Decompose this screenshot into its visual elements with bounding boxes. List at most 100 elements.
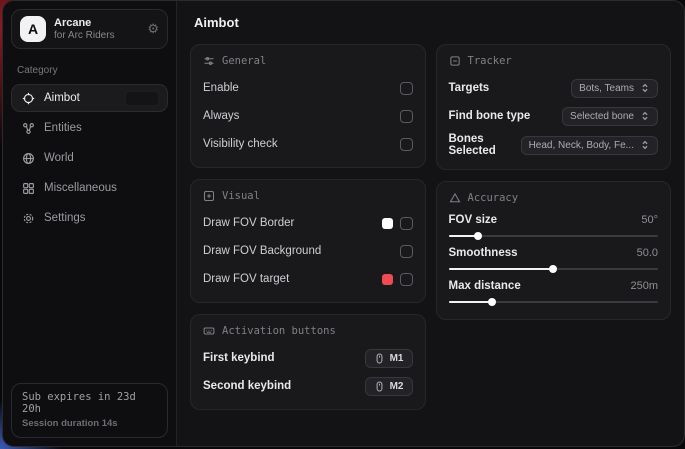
slider-handle[interactable] (488, 298, 496, 306)
sidebar-item-world[interactable]: World (11, 144, 168, 172)
card-title: Activation buttons (222, 325, 336, 337)
card-accuracy: Accuracy FOV size 50° (436, 181, 672, 320)
page-title: Aimbot (194, 15, 671, 30)
max-distance-value: 250m (630, 280, 658, 292)
keybind-value: M1 (390, 353, 404, 364)
card-title: Visual (222, 190, 260, 202)
sidebar-item-label: Miscellaneous (44, 182, 117, 194)
slider-fill (449, 268, 554, 270)
sidebar-item-label: Entities (44, 122, 82, 134)
grid-icon (21, 181, 35, 195)
setting-row-fov-target: Draw FOV target (203, 268, 413, 290)
second-keybind-button[interactable]: M2 (365, 377, 413, 396)
setting-label: Always (203, 110, 239, 122)
card-visual: Visual Draw FOV Border Draw FOV Backgrou… (190, 179, 426, 303)
card-title: Accuracy (468, 192, 519, 204)
fov-target-checkbox[interactable] (400, 273, 413, 286)
setting-label: First keybind (203, 352, 275, 364)
setting-row-second-keybind: Second keybind M2 (203, 375, 413, 397)
keybind-badge (125, 91, 159, 106)
fov-border-color-swatch[interactable] (382, 218, 393, 229)
tracker-icon (449, 55, 461, 67)
card-title: General (222, 55, 266, 67)
card-general: General Enable Always Visibility check (190, 44, 426, 168)
brand-card: A Arcane for Arc Riders ⚙ (11, 9, 168, 49)
chevron-up-down-icon (640, 111, 650, 121)
setting-row-fov-background: Draw FOV Background (203, 240, 413, 262)
setting-row-fov-border: Draw FOV Border (203, 212, 413, 234)
visual-icon (203, 190, 215, 202)
chevron-up-down-icon (640, 140, 650, 150)
visibility-check-checkbox[interactable] (400, 138, 413, 151)
app-window: A Arcane for Arc Riders ⚙ Category Aimbo… (2, 0, 685, 447)
accuracy-icon (449, 192, 461, 204)
sidebar-item-entities[interactable]: Entities (11, 114, 168, 142)
sidebar: A Arcane for Arc Riders ⚙ Category Aimbo… (3, 1, 177, 446)
sidebar-item-label: Aimbot (44, 92, 80, 104)
subscription-status: Sub expires in 23d 20h Session duration … (11, 383, 168, 438)
brand-logo: A (20, 16, 46, 42)
bones-selected-select[interactable]: Head, Neck, Body, Fe... (521, 136, 658, 155)
keybind-value: M2 (390, 381, 404, 392)
setting-row-first-keybind: First keybind M1 (203, 347, 413, 369)
select-value: Selected bone (570, 111, 634, 122)
sidebar-item-label: Settings (44, 212, 86, 224)
main-content: Aimbot General Enable Always (177, 1, 684, 446)
sidebar-nav: Aimbot Entities World Miscellaneous (11, 84, 168, 232)
always-checkbox[interactable] (400, 110, 413, 123)
setting-label: Max distance (449, 280, 521, 292)
mouse-icon (374, 381, 385, 392)
setting-label: Second keybind (203, 380, 291, 392)
select-value: Head, Neck, Body, Fe... (529, 140, 634, 151)
smoothness-slider[interactable] (449, 268, 659, 270)
fov-background-checkbox[interactable] (400, 245, 413, 258)
sidebar-item-settings[interactable]: Settings (11, 204, 168, 232)
sidebar-item-aimbot[interactable]: Aimbot (11, 84, 168, 112)
fov-size-slider[interactable] (449, 235, 659, 237)
setting-label: Enable (203, 82, 239, 94)
find-bone-type-select[interactable]: Selected bone (562, 107, 658, 126)
session-duration: Session duration 14s (22, 418, 157, 429)
setting-row-bones-selected: Bones Selected Head, Neck, Body, Fe... (449, 133, 659, 157)
setting-row-always: Always (203, 105, 413, 127)
setting-label: Draw FOV target (203, 273, 289, 285)
targets-select[interactable]: Bots, Teams (571, 79, 658, 98)
setting-row-max-distance: Max distance 250m (449, 280, 659, 303)
gear-icon[interactable]: ⚙ (147, 21, 159, 37)
setting-label: Visibility check (203, 138, 278, 150)
fov-border-checkbox[interactable] (400, 217, 413, 230)
mouse-icon (374, 353, 385, 364)
card-activation-buttons: Activation buttons First keybind M1 Seco… (190, 314, 426, 410)
brand-subtitle: for Arc Riders (54, 30, 139, 42)
globe-icon (21, 151, 35, 165)
category-label: Category (17, 65, 162, 76)
brand-name: Arcane (54, 17, 139, 30)
select-value: Bots, Teams (579, 83, 634, 94)
keyboard-icon (203, 325, 215, 337)
setting-row-visibility-check: Visibility check (203, 133, 413, 155)
setting-label: Targets (449, 82, 490, 94)
sidebar-item-miscellaneous[interactable]: Miscellaneous (11, 174, 168, 202)
slider-handle[interactable] (549, 265, 557, 273)
setting-row-fov-size: FOV size 50° (449, 214, 659, 237)
sliders-icon (203, 55, 215, 67)
crosshair-icon (21, 91, 35, 105)
setting-row-targets: Targets Bots, Teams (449, 77, 659, 99)
setting-row-enable: Enable (203, 77, 413, 99)
chevron-up-down-icon (640, 83, 650, 93)
fov-target-color-swatch[interactable] (382, 274, 393, 285)
setting-label: Draw FOV Background (203, 245, 321, 257)
card-title: Tracker (468, 55, 512, 67)
sub-expiry: Sub expires in 23d 20h (22, 391, 157, 415)
max-distance-slider[interactable] (449, 301, 659, 303)
setting-label: Draw FOV Border (203, 217, 294, 229)
enable-checkbox[interactable] (400, 82, 413, 95)
sidebar-item-label: World (44, 152, 74, 164)
slider-fill (449, 301, 493, 303)
setting-label: FOV size (449, 214, 498, 226)
setting-label: Bones Selected (449, 133, 521, 157)
slider-handle[interactable] (474, 232, 482, 240)
gear-icon (21, 211, 35, 225)
setting-row-find-bone-type: Find bone type Selected bone (449, 105, 659, 127)
first-keybind-button[interactable]: M1 (365, 349, 413, 368)
